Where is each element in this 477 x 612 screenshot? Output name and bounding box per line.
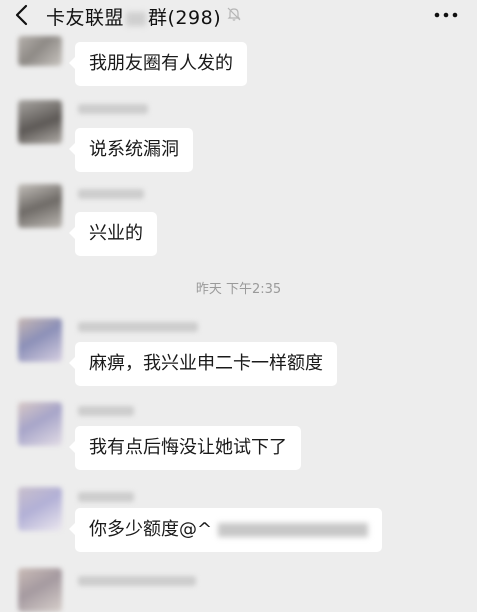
message-bubble[interactable]: 麻痹，我兴业申二卡一样额度 <box>69 342 337 386</box>
bell-muted-icon <box>227 7 241 21</box>
avatar[interactable] <box>18 100 62 144</box>
sender-name <box>78 322 198 332</box>
avatar[interactable] <box>18 402 62 446</box>
sender-name <box>78 406 134 416</box>
sender-name <box>78 104 148 114</box>
message-text: 说系统漏洞 <box>89 139 179 160</box>
message-bubble[interactable]: 兴业的 <box>69 212 157 256</box>
more-dots-icon[interactable] <box>432 5 460 25</box>
message-bubble[interactable]: 你多少额度@^ <box>68 508 383 552</box>
chat-title: 卡友联盟 群(298) <box>46 3 221 30</box>
avatar[interactable] <box>18 568 62 612</box>
message-bubble[interactable]: 说系统漏洞 <box>69 128 193 172</box>
avatar[interactable] <box>18 184 62 228</box>
timestamp: 昨天 下午2:35 <box>195 282 282 297</box>
chat-title-prefix: 卡友联盟 <box>46 7 125 29</box>
sender-name <box>78 189 144 199</box>
message-text: 我有点后悔没让她试下了 <box>89 437 287 458</box>
avatar[interactable] <box>18 487 62 531</box>
avatar[interactable] <box>18 318 62 362</box>
chat-header: 卡友联盟 群(298) <box>0 0 477 30</box>
chevron-left-icon[interactable] <box>14 4 30 26</box>
message-bubble[interactable]: 我有点后悔没让她试下了 <box>69 426 301 470</box>
sender-name <box>78 492 134 502</box>
sender-name <box>78 576 196 586</box>
message-text: 你多少额度@^ <box>89 519 213 540</box>
title-redaction <box>126 11 147 26</box>
message-text: 我朋友圈有人发的 <box>89 53 233 74</box>
avatar[interactable] <box>18 36 62 66</box>
message-text: 麻痹，我兴业申二卡一样额度 <box>89 353 323 374</box>
mention-redaction <box>218 523 369 537</box>
message-text: 兴业的 <box>89 223 143 244</box>
message-bubble[interactable]: 我朋友圈有人发的 <box>69 42 247 86</box>
chat-title-suffix: 群(298) <box>148 7 222 29</box>
